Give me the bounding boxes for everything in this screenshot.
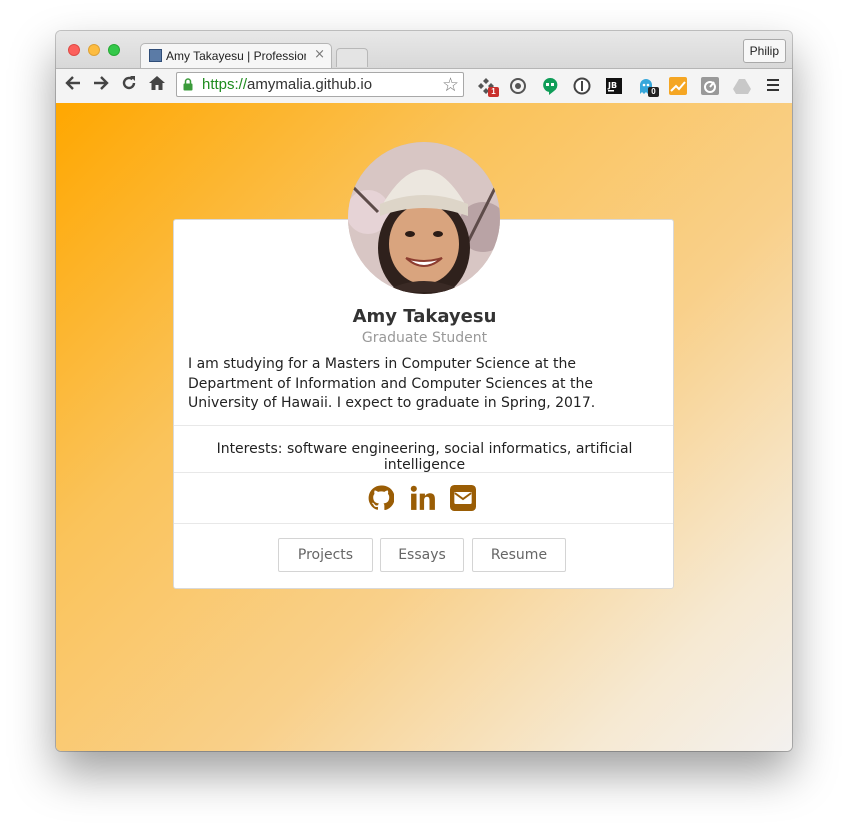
bookmark-star-icon[interactable]: ☆ (442, 74, 459, 96)
browser-tab-active[interactable]: Amy Takayesu | Professional × (140, 43, 332, 70)
envelope-icon[interactable] (450, 485, 476, 511)
forward-arrow-icon[interactable] (90, 74, 112, 96)
extension-ghostery-icon[interactable]: 0 (636, 76, 659, 97)
tab-strip: Amy Takayesu | Professional × Philip (56, 31, 792, 70)
extension-hangouts-icon[interactable] (540, 76, 560, 96)
divider (174, 523, 673, 524)
svg-text:JB: JB (607, 81, 617, 90)
reload-icon[interactable] (118, 74, 140, 96)
url-text: https://amymalia.github.io (202, 76, 372, 93)
url-host: amymalia.github.io (247, 76, 373, 93)
extension-badge: 1 (488, 87, 499, 97)
zoom-window-button[interactable] (108, 44, 120, 56)
profile-avatar (348, 142, 500, 294)
resume-button[interactable]: Resume (472, 538, 566, 572)
divider (174, 472, 673, 473)
projects-button[interactable]: Projects (278, 538, 373, 572)
extension-analytics-icon[interactable] (668, 76, 688, 96)
address-bar[interactable]: https://amymalia.github.io ☆ (176, 72, 464, 97)
extension-gauge-icon[interactable] (700, 76, 720, 96)
extension-onepassword-icon[interactable] (572, 76, 592, 96)
close-window-button[interactable] (68, 44, 80, 56)
profile-subtitle: Graduate Student (361, 330, 488, 346)
home-icon[interactable] (146, 74, 168, 96)
linkedin-icon[interactable] (410, 485, 436, 511)
chrome-menu-icon[interactable] (767, 79, 779, 94)
tab-title: Amy Takayesu | Professional (166, 49, 306, 63)
page-viewport: Amy Takayesu Graduate Student I am study… (56, 103, 792, 751)
profile-bio: I am studying for a Masters in Computer … (188, 356, 596, 411)
extension-pinwheel-icon[interactable]: 1 (476, 76, 499, 97)
profile-interests: Interests: software engineering, social … (216, 441, 633, 473)
favicon-icon (149, 49, 162, 62)
extension-badge: 0 (648, 87, 659, 97)
url-scheme: https:// (202, 76, 248, 93)
essays-button[interactable]: Essays (380, 538, 464, 572)
browser-window: Amy Takayesu | Professional × Philip htt… (56, 31, 792, 751)
lock-icon (183, 78, 193, 91)
extension-jetbrains-icon[interactable]: JB (604, 76, 624, 96)
new-tab-button[interactable] (336, 48, 368, 67)
github-icon[interactable] (368, 485, 395, 511)
profile-button[interactable]: Philip (742, 39, 786, 63)
divider (174, 425, 673, 426)
minimize-window-button[interactable] (88, 44, 100, 56)
profile-name: Amy Takayesu (352, 306, 497, 327)
tab-close-icon[interactable]: × (314, 47, 325, 62)
extension-sync-icon[interactable] (508, 76, 528, 96)
browser-toolbar: https://amymalia.github.io ☆ 1 JB 0 (56, 68, 792, 104)
extension-drive-icon[interactable] (732, 76, 752, 96)
back-arrow-icon[interactable] (62, 74, 84, 96)
